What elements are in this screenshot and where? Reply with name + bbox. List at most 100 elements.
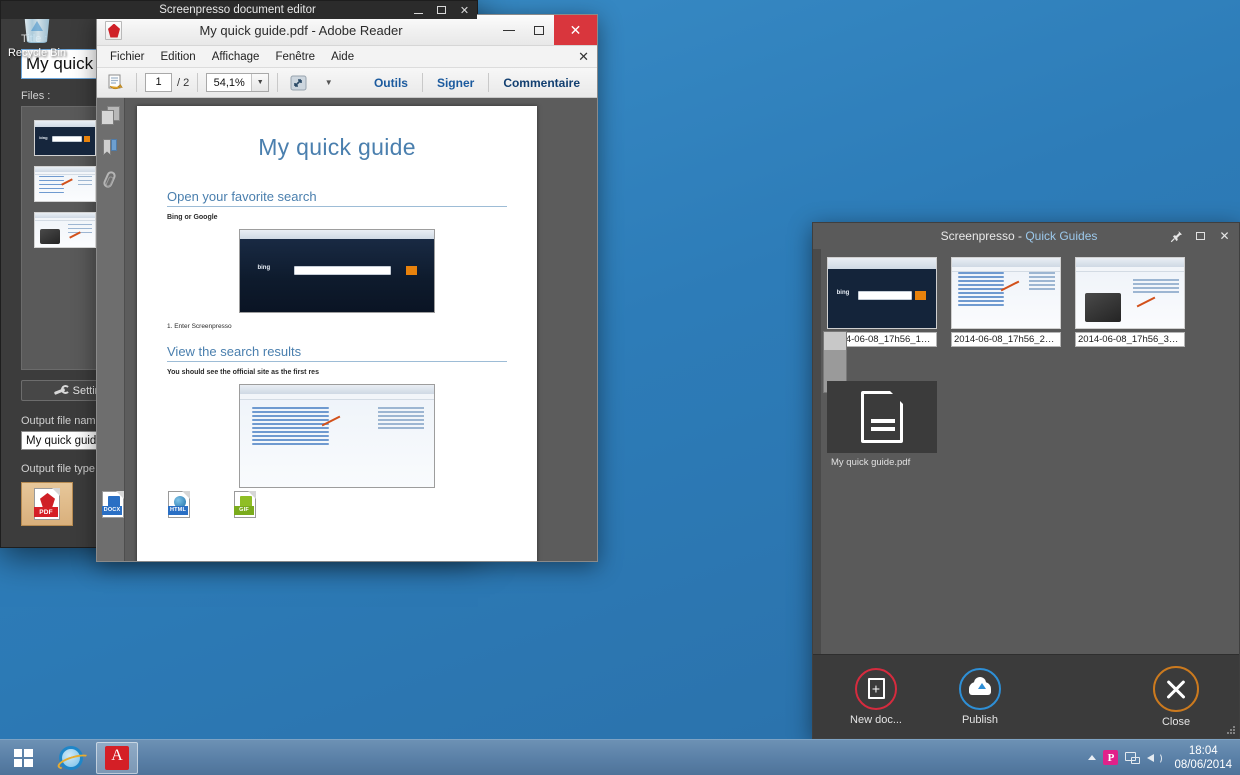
- clock-time: 18:04: [1174, 744, 1232, 758]
- adobe-titlebar: My quick guide.pdf - Adobe Reader ✕: [97, 15, 597, 46]
- sign-button[interactable]: Signer: [426, 76, 485, 90]
- new-doc-label: New doc...: [837, 714, 915, 726]
- list-item[interactable]: 2014-06-08_17h56_32.png: [1075, 257, 1185, 347]
- menu-affichage[interactable]: Affichage: [205, 49, 267, 65]
- ie-icon: [59, 746, 83, 770]
- cloud-upload-icon: [959, 668, 1001, 710]
- adobe-window-controls: ✕: [494, 15, 597, 45]
- thumbnail-image: [1075, 257, 1185, 329]
- pdf-document-heading: My quick guide: [167, 134, 507, 161]
- menu-aide[interactable]: Aide: [324, 49, 361, 65]
- thumbnail-image: [34, 166, 96, 202]
- screenpresso-tray-icon[interactable]: P: [1103, 750, 1118, 765]
- close-label: Close: [1137, 716, 1215, 728]
- taskbar-item-adobe-reader[interactable]: [96, 742, 138, 774]
- adobe-menubar: Fichier Edition Affichage Fenêtre Aide ✕: [97, 46, 597, 68]
- chevron-down-icon[interactable]: ▼: [316, 72, 341, 94]
- page-thumbnails-icon[interactable]: [101, 106, 120, 125]
- new-doc-button[interactable]: New doc...: [837, 668, 915, 726]
- title-separator: -: [1018, 229, 1022, 243]
- chevron-up-icon[interactable]: [1088, 755, 1096, 760]
- bookmarks-icon[interactable]: [101, 138, 120, 157]
- maximize-button[interactable]: [524, 15, 554, 45]
- filetype-gif-label: GIF: [234, 506, 254, 515]
- recycle-bin-label: Recycle Bin: [4, 47, 70, 59]
- close-x-icon: [1153, 666, 1199, 712]
- filetype-pdf-button[interactable]: PDF: [21, 482, 73, 526]
- screenpresso-tile-grid: bing 2014-06-08_17h56_10.png 2014-06-08_…: [821, 249, 1239, 477]
- acrobat-icon: [105, 746, 129, 770]
- tile-filename: 2014-06-08_17h56_32.png: [1075, 332, 1185, 347]
- menu-edition[interactable]: Edition: [154, 49, 203, 65]
- pdf-screenshot-1: bing: [239, 229, 435, 313]
- thumbnail-image: [951, 257, 1061, 329]
- thumbnail-image: bing: [827, 257, 937, 329]
- taskbar-item-internet-explorer[interactable]: [50, 742, 92, 774]
- pdf-document-icon: [827, 381, 937, 453]
- screenpresso-action-bar: New doc... Publish Close: [813, 654, 1239, 738]
- page-number-input[interactable]: 1: [145, 73, 172, 92]
- screenpresso-content: bing 2014-06-08_17h56_10.png 2014-06-08_…: [813, 249, 1239, 654]
- close-document-icon[interactable]: ✕: [578, 49, 589, 65]
- filetype-docx-label: DOCX: [102, 506, 122, 515]
- resize-grip[interactable]: [1227, 726, 1236, 735]
- filetype-html-label: HTML: [168, 506, 188, 515]
- screenpresso-window[interactable]: Screenpresso - Quick Guides ✕ bing: [812, 222, 1240, 739]
- list-item[interactable]: 2014-06-08_17h56_25.png: [951, 257, 1061, 347]
- pin-icon[interactable]: [1167, 225, 1186, 247]
- new-document-icon: [855, 668, 897, 710]
- dialog-titlebar: Screenpresso document editor ✕: [1, 1, 477, 19]
- adobe-reader-window[interactable]: My quick guide.pdf - Adobe Reader ✕ Fich…: [96, 14, 598, 562]
- print-icon[interactable]: [103, 72, 128, 94]
- tile-filename: 2014-06-08_17h56_25.png: [951, 332, 1061, 347]
- thumbnail-image: [34, 212, 96, 248]
- taskbar: P 18:04 08/06/2014: [0, 739, 1240, 775]
- screenpresso-workspace-name: Quick Guides: [1025, 229, 1097, 243]
- minimize-button[interactable]: [408, 1, 429, 19]
- close-button[interactable]: ✕: [1215, 225, 1234, 247]
- publish-button[interactable]: Publish: [941, 668, 1019, 726]
- network-icon[interactable]: [1125, 751, 1140, 764]
- screenpresso-window-title: Screenpresso - Quick Guides: [813, 229, 1167, 243]
- taskbar-clock[interactable]: 18:04 08/06/2014: [1174, 744, 1232, 772]
- pdf-screenshot-2: [239, 384, 435, 488]
- menu-fichier[interactable]: Fichier: [103, 49, 152, 65]
- zoom-value[interactable]: 54,1%: [207, 74, 251, 91]
- maximize-button[interactable]: [1191, 225, 1210, 247]
- tools-button[interactable]: Outils: [363, 76, 419, 90]
- speaker-icon[interactable]: [1147, 751, 1163, 765]
- maximize-button[interactable]: [431, 1, 452, 19]
- screenpresso-titlebar: Screenpresso - Quick Guides ✕: [813, 223, 1239, 249]
- windows-start-icon[interactable]: [0, 740, 46, 775]
- dialog-title: Screenpresso document editor: [1, 4, 408, 16]
- page-total-label: / 2: [177, 77, 189, 89]
- list-item[interactable]: My quick guide.pdf: [827, 381, 937, 469]
- comment-button[interactable]: Commentaire: [492, 76, 591, 90]
- pdf-section-2-caption: You should see the official site as the …: [167, 369, 507, 376]
- zoom-control[interactable]: 54,1% ▼: [206, 73, 269, 92]
- clock-date: 08/06/2014: [1174, 758, 1232, 772]
- adobe-toolbar: 1 / 2 54,1% ▼ ▼ Outils Signer Commentair…: [97, 68, 597, 98]
- pdf-step-1: 1. Enter Screenpresso: [167, 323, 507, 330]
- close-button[interactable]: ✕: [554, 15, 597, 45]
- minimize-button[interactable]: [494, 15, 524, 45]
- chevron-down-icon[interactable]: ▼: [251, 74, 268, 91]
- menu-fenetre[interactable]: Fenêtre: [268, 49, 322, 65]
- close-button[interactable]: Close: [1137, 666, 1215, 728]
- attachments-icon[interactable]: [101, 170, 120, 189]
- wrench-icon: [54, 385, 66, 396]
- adobe-toolbar-right: Outils Signer Commentaire: [363, 73, 591, 92]
- pdf-section-2-title: View the search results: [167, 344, 507, 362]
- screenpresso-app-name: Screenpresso: [941, 229, 1015, 243]
- system-tray: P 18:04 08/06/2014: [1088, 740, 1240, 775]
- adobe-window-title: My quick guide.pdf - Adobe Reader: [108, 23, 494, 38]
- pdf-icon: [105, 21, 122, 40]
- close-button[interactable]: ✕: [454, 1, 475, 19]
- pdf-scroll-area[interactable]: My quick guide Open your favorite search…: [125, 98, 597, 561]
- pdf-page: My quick guide Open your favorite search…: [137, 106, 537, 561]
- fit-page-icon[interactable]: [286, 72, 311, 94]
- tile-filename: My quick guide.pdf: [827, 456, 937, 469]
- publish-label: Publish: [941, 714, 1019, 726]
- thumbnail-image: bing: [34, 120, 96, 156]
- filetype-pdf-label: PDF: [34, 507, 58, 517]
